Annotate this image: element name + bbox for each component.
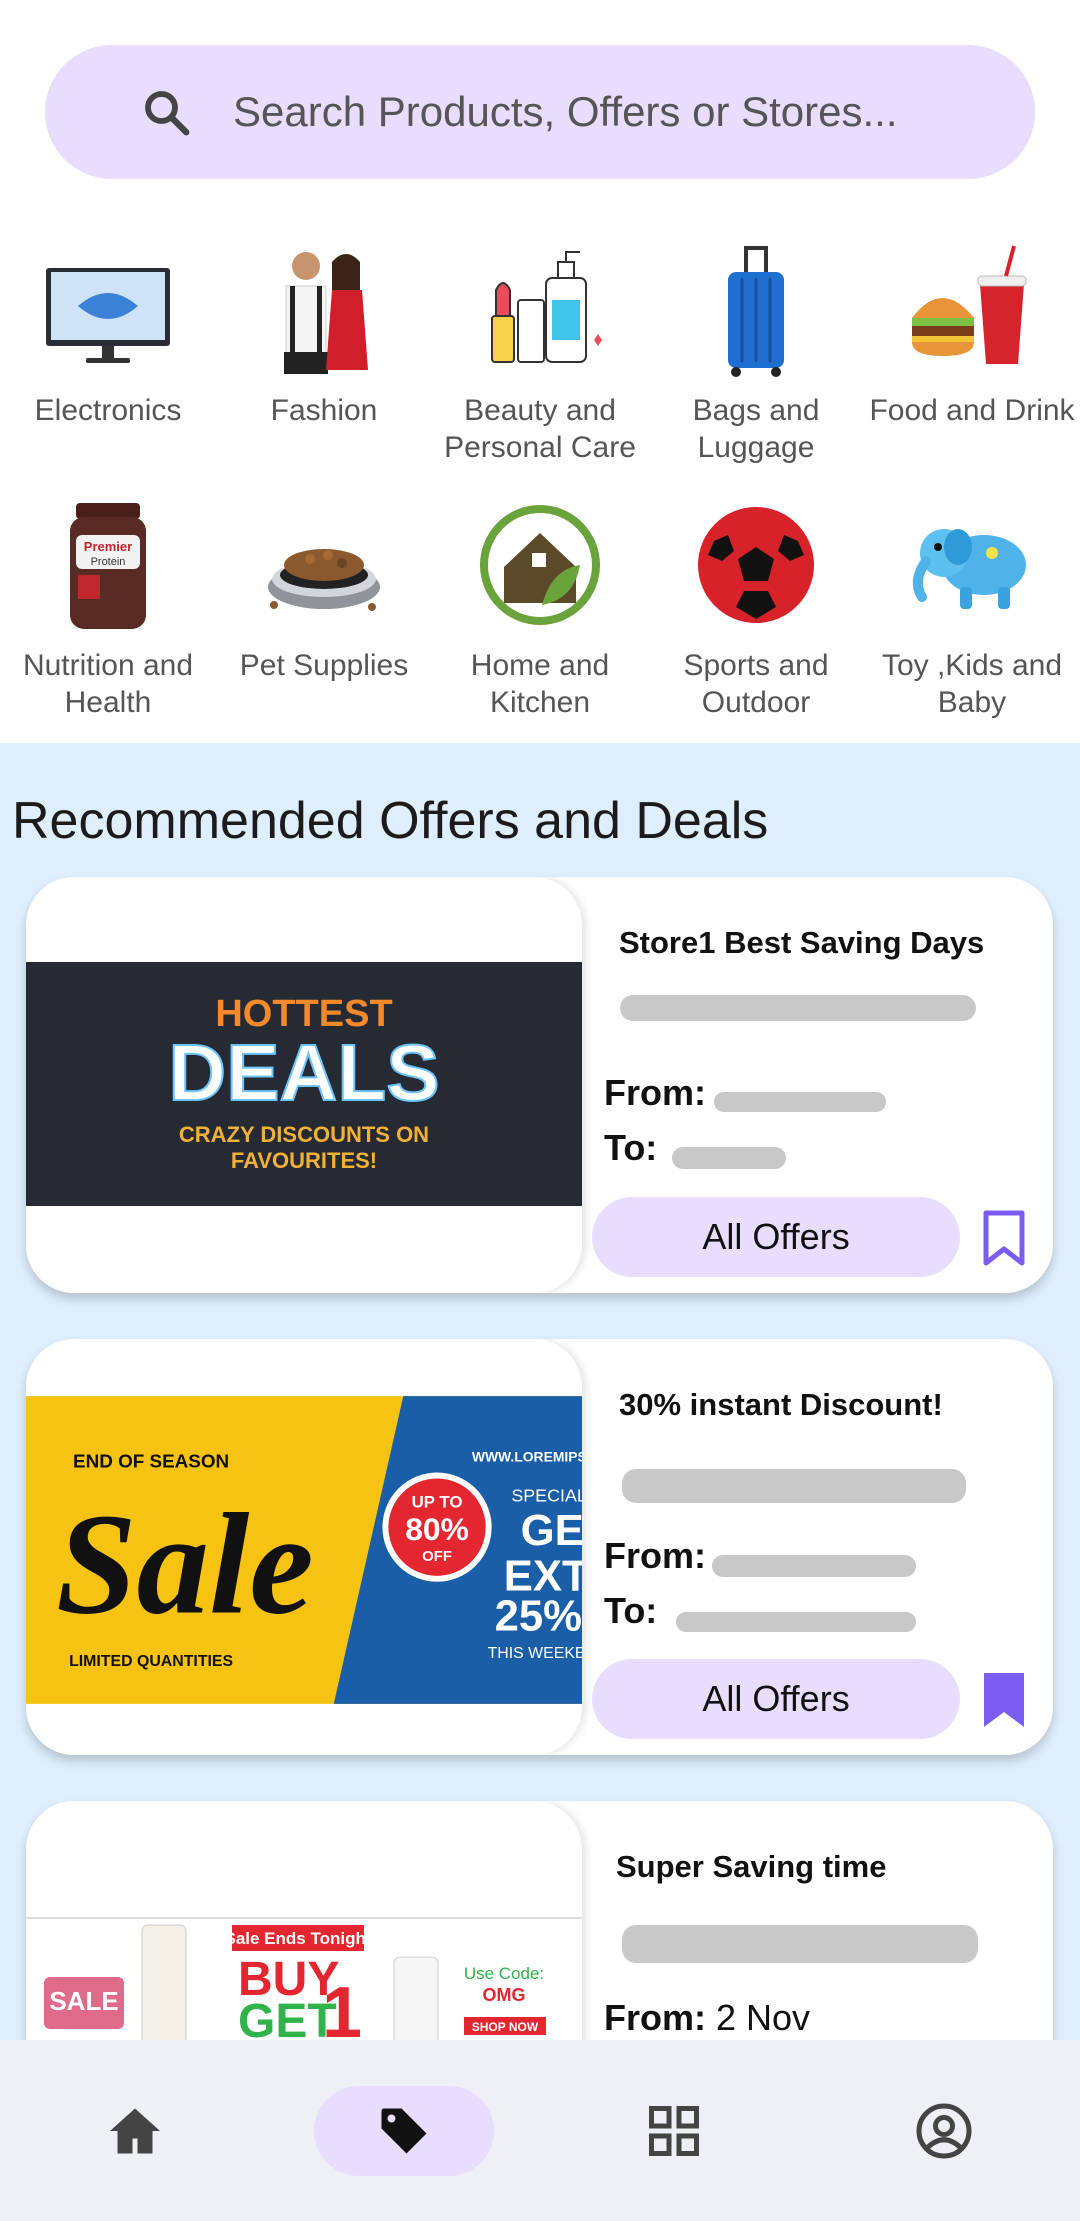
grid-icon (649, 2106, 699, 2156)
category-label: Bags and Luggage (692, 394, 820, 464)
offer-title: 30% instant Discount! (619, 1387, 943, 1422)
burger-drink-icon (912, 245, 1027, 364)
category-beauty[interactable]: Beauty and Personal Care (432, 240, 648, 466)
search-icon (145, 91, 190, 136)
category-food[interactable]: Food and Drink (864, 240, 1080, 429)
skeleton-line (712, 1555, 916, 1577)
svg-text:FAVOURITES!: FAVOURITES! (231, 1148, 377, 1173)
svg-text:OMG: OMG (483, 1985, 526, 2005)
category-electronics[interactable]: Electronics (0, 240, 216, 429)
category-label: Fashion (270, 394, 378, 427)
svg-text:Use Code:: Use Code: (464, 1964, 544, 1983)
svg-text:25%: 25% (495, 1591, 582, 1640)
search-bar[interactable]: Search Products, Offers or Stores... (45, 45, 1035, 179)
svg-text:OFF: OFF (422, 1549, 452, 1565)
svg-text:CRAZY DISCOUNTS ON: CRAZY DISCOUNTS ON (179, 1122, 429, 1147)
all-offers-button[interactable]: All Offers (592, 1197, 960, 1277)
offer-banner-image: END OF SEASON Sale LIMITED QUANTITIES UP… (26, 1396, 582, 1704)
offer-title: Super Saving time (616, 1849, 887, 1884)
offer-to: To: (604, 1590, 658, 1631)
offer-banner-image: HOTTEST DEALS CRAZY DISCOUNTS ON FAVOURI… (26, 962, 582, 1206)
protein-jar-icon: Premier Protein (70, 503, 146, 629)
offer-from: From: (604, 1072, 706, 1113)
category-pet[interactable]: Pet Supplies (216, 495, 432, 684)
offer-from: From: (604, 1535, 706, 1576)
offer-image-panel: END OF SEASON Sale LIMITED QUANTITIES UP… (26, 1339, 582, 1755)
svg-text:GE: GE (521, 1506, 582, 1555)
nav-categories[interactable] (584, 2086, 764, 2176)
account-circle-icon (916, 2103, 972, 2159)
offer-card[interactable]: END OF SEASON Sale LIMITED QUANTITIES UP… (26, 1339, 1053, 1755)
skeleton-line (676, 1612, 916, 1632)
category-fashion[interactable]: Fashion (216, 240, 432, 429)
category-label: Toy ,Kids and Baby (881, 649, 1063, 719)
category-toys[interactable]: Toy ,Kids and Baby (864, 495, 1080, 721)
svg-text:WWW.LOREMIPSU: WWW.LOREMIPSU (472, 1449, 582, 1465)
search-input[interactable]: Search Products, Offers or Stores... (233, 88, 898, 136)
monitor-icon (46, 268, 170, 363)
category-label: Pet Supplies (239, 649, 409, 682)
home-leaf-icon (480, 505, 600, 625)
section-title: Recommended Offers and Deals (12, 792, 769, 850)
bookmark-filled-icon[interactable] (982, 1672, 1026, 1728)
toy-elephant-icon (912, 529, 1026, 609)
skeleton-line (622, 1469, 966, 1503)
all-offers-button[interactable]: All Offers (592, 1659, 960, 1739)
svg-text:Sale: Sale (56, 1485, 314, 1645)
category-bags[interactable]: Bags and Luggage (648, 240, 864, 466)
skeleton-line (672, 1147, 786, 1169)
skeleton-line (620, 995, 976, 1021)
offer-to: To: (604, 1127, 658, 1168)
nav-home[interactable] (45, 2086, 225, 2176)
cosmetics-icon (491, 251, 602, 363)
category-label: Food and Drink (869, 394, 1075, 427)
category-label: Electronics (34, 394, 182, 427)
svg-text:Sale Ends Tonight: Sale Ends Tonight (224, 1929, 371, 1948)
recommended-section: Recommended Offers and Deals HOTTEST DEA… (0, 743, 1080, 2217)
svg-text:DEALS: DEALS (168, 1028, 439, 1117)
bookmark-outline-icon[interactable] (982, 1210, 1026, 1266)
bottom-navigation (0, 2040, 1080, 2221)
svg-text:SPECIAL O: SPECIAL O (511, 1485, 582, 1505)
svg-text:UP TO: UP TO (412, 1492, 463, 1511)
category-home[interactable]: Home and Kitchen (432, 495, 648, 721)
category-sports[interactable]: Sports and Outdoor (648, 495, 864, 721)
category-label: Sports and Outdoor (683, 649, 829, 719)
svg-text:SHOP NOW: SHOP NOW (472, 2020, 539, 2034)
home-icon (110, 2108, 160, 2154)
svg-text:END OF SEASON: END OF SEASON (73, 1451, 229, 1472)
svg-text:THIS WEEKEN: THIS WEEKEN (488, 1645, 582, 1662)
category-label: Nutrition and Health (22, 649, 194, 719)
suitcase-icon (728, 246, 784, 377)
skeleton-line (622, 1925, 978, 1963)
skeleton-line (714, 1092, 886, 1112)
offer-image-panel: HOTTEST DEALS CRAZY DISCOUNTS ON FAVOURI… (26, 877, 582, 1293)
soccer-ball-icon (698, 507, 814, 623)
svg-text:Premier: Premier (84, 539, 132, 554)
svg-text:SALE: SALE (49, 1986, 118, 2016)
nav-profile[interactable] (854, 2086, 1034, 2176)
pet-bowl-icon (268, 549, 380, 611)
offer-from: From: 2 Nov (604, 1997, 811, 2038)
svg-text:LIMITED QUANTITIES: LIMITED QUANTITIES (69, 1653, 233, 1670)
offer-card[interactable]: HOTTEST DEALS CRAZY DISCOUNTS ON FAVOURI… (26, 877, 1053, 1293)
category-nutrition[interactable]: Premier Protein Nutrition and Health (0, 495, 216, 721)
svg-text:Protein: Protein (91, 556, 126, 568)
couple-fashion-icon (284, 252, 368, 374)
category-label: Beauty and Personal Care (444, 394, 636, 464)
category-label: Home and Kitchen (470, 649, 610, 719)
nav-offers[interactable] (314, 2086, 494, 2176)
offer-title: Store1 Best Saving Days (619, 925, 985, 960)
tag-icon (381, 2108, 427, 2154)
svg-text:80%: 80% (405, 1511, 469, 1547)
